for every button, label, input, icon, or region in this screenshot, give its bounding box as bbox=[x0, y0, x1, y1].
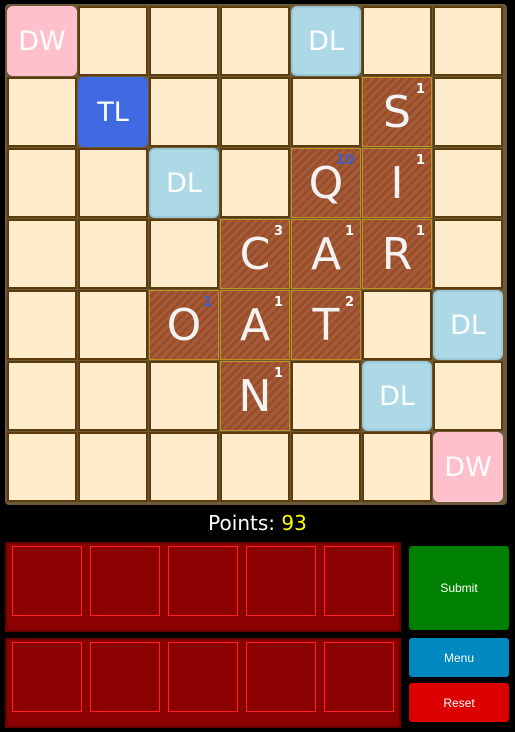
board-cell-empty[interactable] bbox=[7, 361, 77, 431]
board-cell-empty[interactable] bbox=[78, 148, 148, 218]
tile-score: 1 bbox=[273, 366, 283, 381]
tile-score: 1 bbox=[415, 224, 425, 239]
board-cell-empty[interactable] bbox=[149, 77, 219, 147]
game-board: DW DL TL S 1 DL Q 10 I 1 C 3 A 1 R 1 O 1 A 1 T 2 DL N 1 DL DW bbox=[5, 4, 507, 505]
board-cell-empty[interactable] bbox=[433, 6, 503, 76]
tile-letter: N bbox=[238, 370, 272, 422]
tl-bonus-square[interactable]: TL bbox=[78, 77, 148, 147]
bonus-label: DL bbox=[166, 167, 202, 199]
tile-score: 1 bbox=[415, 82, 425, 97]
rack-slot[interactable] bbox=[168, 546, 238, 616]
board-cell-empty[interactable] bbox=[291, 361, 361, 431]
tile-score: 1 bbox=[273, 295, 283, 310]
letter-tile[interactable]: C3 bbox=[220, 219, 290, 289]
tile-letter: T bbox=[312, 299, 340, 351]
dw-bonus-square[interactable]: DW bbox=[433, 432, 503, 502]
board-cell-empty[interactable] bbox=[78, 6, 148, 76]
points-value: 93 bbox=[281, 511, 307, 535]
dl-bonus-square[interactable]: DL bbox=[149, 148, 219, 218]
board-cell-empty[interactable] bbox=[149, 219, 219, 289]
menu-label: Menu bbox=[443, 650, 475, 665]
reset-button[interactable]: Reset bbox=[409, 683, 509, 722]
board-cell-empty[interactable] bbox=[433, 148, 503, 218]
submit-label: Submit bbox=[440, 581, 478, 595]
board-cell-empty[interactable] bbox=[220, 432, 290, 502]
board-cell-empty[interactable] bbox=[7, 432, 77, 502]
bonus-label: TL bbox=[97, 96, 129, 128]
letter-tile[interactable]: N1 bbox=[220, 361, 290, 431]
letter-tile[interactable]: T2 bbox=[291, 290, 361, 360]
tile-score: 10 bbox=[335, 153, 354, 168]
tile-score: 3 bbox=[273, 224, 283, 239]
submit-button[interactable]: Submit bbox=[409, 546, 509, 630]
bonus-label: DL bbox=[450, 309, 486, 341]
letter-tile[interactable]: A1 bbox=[291, 219, 361, 289]
board-cell-empty[interactable] bbox=[149, 432, 219, 502]
tile-rack-1 bbox=[5, 542, 401, 632]
board-cell-empty[interactable] bbox=[362, 6, 432, 76]
tile-letter: C bbox=[239, 228, 271, 280]
board-cell-empty[interactable] bbox=[149, 361, 219, 431]
board-cell-empty[interactable] bbox=[149, 6, 219, 76]
menu-button[interactable]: Menu bbox=[409, 638, 509, 677]
rack-slot[interactable] bbox=[12, 642, 82, 712]
dw-bonus-square[interactable]: DW bbox=[7, 6, 77, 76]
letter-tile[interactable]: A1 bbox=[220, 290, 290, 360]
tile-score: 1 bbox=[202, 295, 212, 310]
reset-label: Reset bbox=[443, 695, 475, 710]
bonus-label: DL bbox=[308, 25, 344, 57]
rack-slot[interactable] bbox=[90, 642, 160, 712]
dl-bonus-square[interactable]: DL bbox=[291, 6, 361, 76]
points-label: Points: bbox=[208, 511, 275, 535]
board-cell-empty[interactable] bbox=[78, 432, 148, 502]
rack-slot[interactable] bbox=[324, 546, 394, 616]
bonus-label: DW bbox=[444, 451, 492, 483]
board-cell-empty[interactable] bbox=[433, 77, 503, 147]
rack-slot[interactable] bbox=[168, 642, 238, 712]
board-cell-empty[interactable] bbox=[220, 77, 290, 147]
board-cell-empty[interactable] bbox=[78, 361, 148, 431]
tile-letter: A bbox=[310, 228, 342, 280]
board-cell-empty[interactable] bbox=[7, 290, 77, 360]
rack-slot[interactable] bbox=[324, 642, 394, 712]
tile-letter: O bbox=[166, 299, 202, 351]
board-cell-empty[interactable] bbox=[78, 290, 148, 360]
board-cell-empty[interactable] bbox=[7, 77, 77, 147]
board-cell-empty[interactable] bbox=[362, 432, 432, 502]
board-cell-empty[interactable] bbox=[291, 432, 361, 502]
board-cell-empty[interactable] bbox=[78, 219, 148, 289]
rack-slot[interactable] bbox=[12, 546, 82, 616]
rack-slot[interactable] bbox=[90, 546, 160, 616]
board-cell-empty[interactable] bbox=[433, 361, 503, 431]
bonus-label: DW bbox=[18, 25, 66, 57]
dl-bonus-square[interactable]: DL bbox=[362, 361, 432, 431]
tile-letter: A bbox=[239, 299, 271, 351]
letter-tile[interactable]: R1 bbox=[362, 219, 432, 289]
dl-bonus-square[interactable]: DL bbox=[433, 290, 503, 360]
letter-tile[interactable]: S1 bbox=[362, 77, 432, 147]
board-cell-empty[interactable] bbox=[7, 219, 77, 289]
bonus-label: DL bbox=[379, 380, 415, 412]
tile-rack-2 bbox=[5, 638, 401, 728]
board-cell-empty[interactable] bbox=[220, 6, 290, 76]
tile-score: 2 bbox=[344, 295, 354, 310]
board-cell-empty[interactable] bbox=[362, 290, 432, 360]
tile-score: 1 bbox=[344, 224, 354, 239]
board-cell-empty[interactable] bbox=[433, 219, 503, 289]
tile-letter: S bbox=[383, 86, 411, 138]
letter-tile[interactable]: O1 bbox=[149, 290, 219, 360]
board-cell-empty[interactable] bbox=[220, 148, 290, 218]
tile-letter: R bbox=[381, 228, 413, 280]
letter-tile[interactable]: I1 bbox=[362, 148, 432, 218]
tile-score: 1 bbox=[415, 153, 425, 168]
rack-slot[interactable] bbox=[246, 546, 316, 616]
board-cell-empty[interactable] bbox=[291, 77, 361, 147]
rack-slot[interactable] bbox=[246, 642, 316, 712]
points-display: Points: 93 bbox=[0, 511, 515, 535]
letter-tile[interactable]: Q 10 bbox=[291, 148, 361, 218]
board-cell-empty[interactable] bbox=[7, 148, 77, 218]
tile-letter: I bbox=[390, 157, 404, 209]
